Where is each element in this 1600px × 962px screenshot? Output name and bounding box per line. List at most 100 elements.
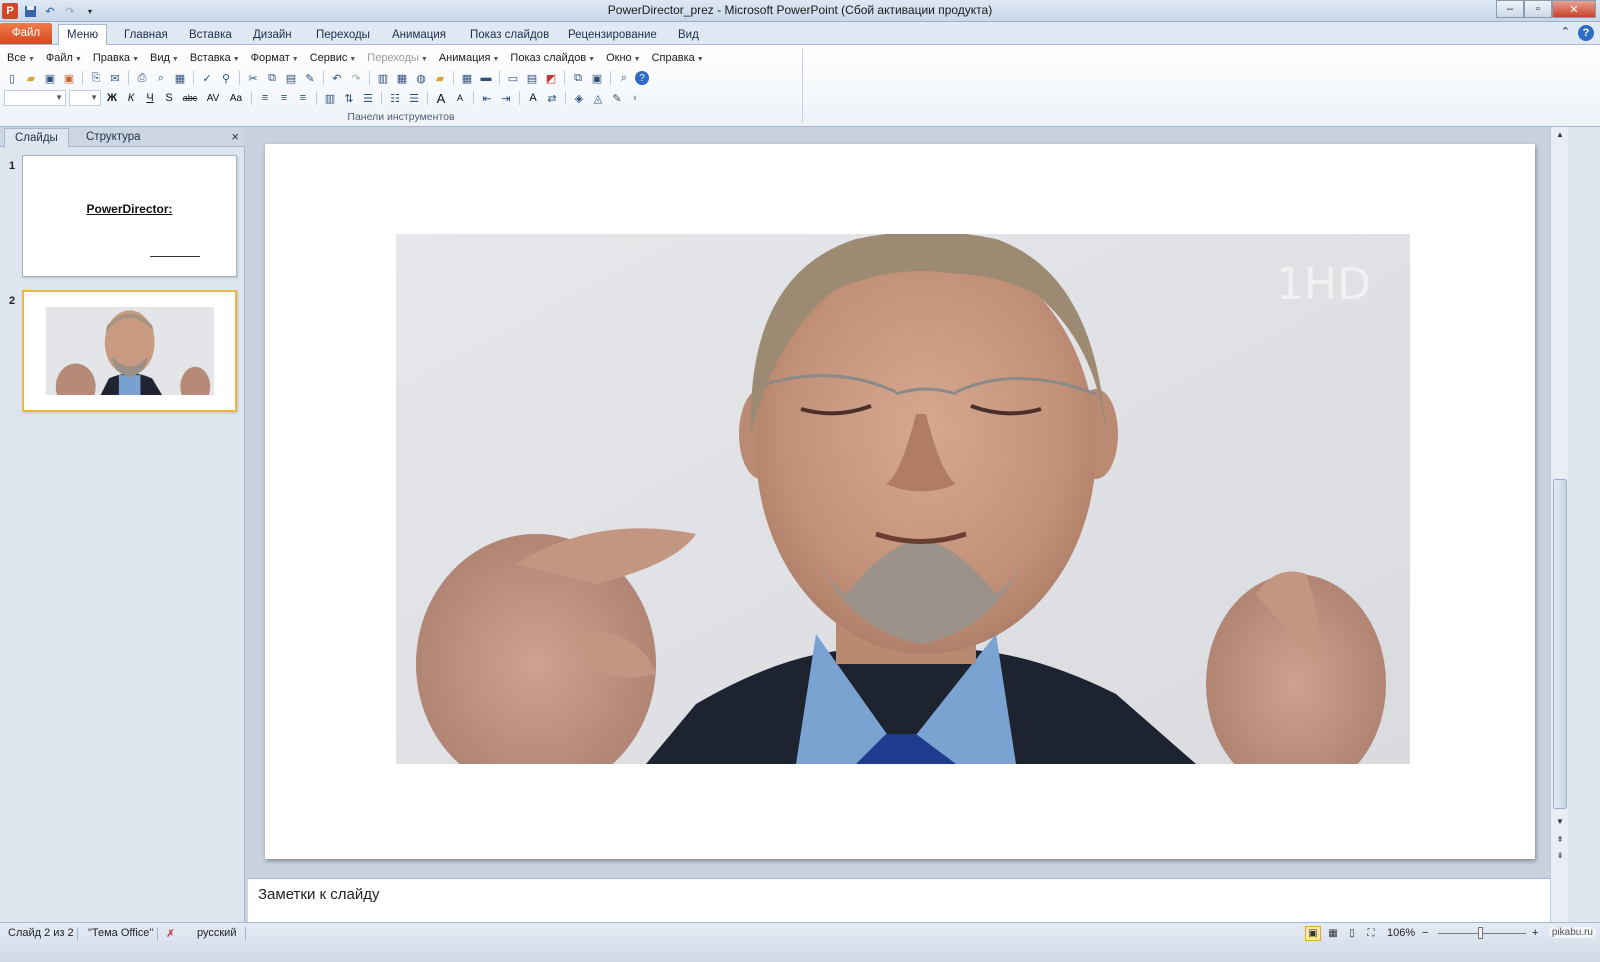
- print-icon[interactable]: ⎙: [134, 70, 150, 86]
- increase-indent-icon[interactable]: ⇥: [498, 90, 514, 106]
- menu-help[interactable]: Справка ▼: [649, 50, 712, 66]
- underline-button[interactable]: Ч: [142, 90, 158, 106]
- new-slide-icon[interactable]: ▭: [505, 70, 521, 86]
- text-direction-icon[interactable]: ⇅: [341, 90, 357, 106]
- line-spacing-icon[interactable]: ☰: [360, 90, 376, 106]
- notes-pane[interactable]: Заметки к слайду: [248, 878, 1550, 922]
- zoom-slider-knob[interactable]: [1478, 927, 1483, 939]
- minimize-button[interactable]: –: [1496, 0, 1524, 18]
- next-slide-icon[interactable]: ⇟: [1553, 851, 1567, 865]
- notes-placeholder[interactable]: Заметки к слайду: [258, 886, 380, 903]
- layout-icon[interactable]: ▦: [172, 70, 188, 86]
- spellcheck-icon[interactable]: ✗: [166, 927, 175, 940]
- tab-view[interactable]: Вид: [670, 25, 707, 45]
- tab-design[interactable]: Дизайн: [245, 25, 300, 45]
- close-button[interactable]: ✕: [1552, 0, 1596, 18]
- slide-thumbnail-2[interactable]: [22, 290, 237, 412]
- save-icon[interactable]: ▣: [42, 70, 58, 86]
- layout-grid-icon[interactable]: ▤: [524, 70, 540, 86]
- scrollbar-thumb[interactable]: [1553, 479, 1567, 809]
- close-file-icon[interactable]: ▣: [61, 70, 77, 86]
- menu-view[interactable]: Вид ▼: [147, 50, 187, 66]
- menu-edit[interactable]: Правка ▼: [90, 50, 147, 66]
- group-icon[interactable]: ▣: [589, 70, 605, 86]
- bold-button[interactable]: Ж: [104, 90, 120, 106]
- tab-home[interactable]: Главная: [116, 25, 176, 45]
- numbering-icon[interactable]: ☷: [387, 90, 403, 106]
- tab-review[interactable]: Рецензирование: [560, 25, 665, 45]
- reading-view-icon[interactable]: ▯: [1344, 926, 1360, 941]
- font-size-combo[interactable]: ▼: [69, 90, 101, 106]
- menu-slideshow[interactable]: Показ слайдов ▼: [507, 50, 603, 66]
- close-pane-icon[interactable]: ×: [231, 129, 239, 144]
- format-painter-icon[interactable]: ✎: [302, 70, 318, 86]
- zoom-icon[interactable]: ⌕: [616, 70, 632, 86]
- menu-insert[interactable]: Вставка ▼: [187, 50, 248, 66]
- previous-slide-icon[interactable]: ⇞: [1553, 835, 1567, 849]
- align-center-icon[interactable]: ≡: [276, 90, 292, 106]
- font-name-combo[interactable]: ▼: [4, 90, 66, 106]
- language-indicator[interactable]: русский: [197, 927, 236, 939]
- paste-icon[interactable]: ▤: [283, 70, 299, 86]
- italic-button[interactable]: К: [123, 90, 139, 106]
- chart-icon[interactable]: ▥: [375, 70, 391, 86]
- tab-slides[interactable]: Слайды: [4, 128, 69, 147]
- scroll-down-arrow-icon[interactable]: ▼: [1553, 817, 1567, 831]
- tab-insert[interactable]: Вставка: [181, 25, 240, 45]
- align-right-icon[interactable]: ≡: [295, 90, 311, 106]
- line-color-icon[interactable]: ✎: [609, 90, 625, 106]
- new-file-icon[interactable]: ▯: [4, 70, 20, 86]
- theme-name[interactable]: "Тема Office": [88, 927, 153, 939]
- print-preview-icon[interactable]: ⌕: [153, 70, 169, 86]
- current-slide[interactable]: 1HD: [265, 144, 1535, 859]
- replace-fonts-icon[interactable]: ⇄: [544, 90, 560, 106]
- tab-outline[interactable]: Структура: [76, 128, 151, 147]
- character-spacing-button[interactable]: AV: [203, 90, 223, 106]
- tab-file[interactable]: Файл: [0, 23, 52, 44]
- shrink-font-button[interactable]: A: [452, 90, 468, 106]
- shadow-style-icon[interactable]: ◐: [628, 90, 644, 106]
- columns-icon[interactable]: ▥: [322, 90, 338, 106]
- help-icon[interactable]: ?: [635, 71, 649, 85]
- arrange-icon[interactable]: ⧉: [570, 70, 586, 86]
- shape-fill-icon[interactable]: ◈: [571, 90, 587, 106]
- paint-bucket-icon[interactable]: ◬: [590, 90, 606, 106]
- menu-file[interactable]: Файл ▼: [43, 50, 90, 66]
- picture-icon[interactable]: ▰: [432, 70, 448, 86]
- tab-transitions[interactable]: Переходы: [308, 25, 378, 45]
- email-icon[interactable]: ✉: [107, 70, 123, 86]
- menu-window[interactable]: Окно ▼: [603, 50, 649, 66]
- bullets-icon[interactable]: ☰: [406, 90, 422, 106]
- menu-tools[interactable]: Сервис ▼: [307, 50, 365, 66]
- decrease-indent-icon[interactable]: ⇤: [479, 90, 495, 106]
- permission-icon[interactable]: ⎘: [88, 70, 104, 86]
- zoom-out-button[interactable]: −: [1422, 927, 1428, 939]
- spelling-icon[interactable]: ✓: [199, 70, 215, 86]
- research-icon[interactable]: ⚲: [218, 70, 234, 86]
- table-icon[interactable]: ▦: [394, 70, 410, 86]
- vertical-scrollbar[interactable]: ▲ ▼ ⇞ ⇟: [1550, 127, 1568, 922]
- menu-animation[interactable]: Анимация ▼: [436, 50, 508, 66]
- grow-font-button[interactable]: A: [433, 90, 449, 106]
- change-case-button[interactable]: Aa: [226, 90, 246, 106]
- font-color-icon[interactable]: A: [525, 90, 541, 106]
- undo-icon[interactable]: ↶: [329, 70, 345, 86]
- shapes-icon[interactable]: ◍: [413, 70, 429, 86]
- strikethrough-button[interactable]: abc: [180, 90, 200, 106]
- maximize-button[interactable]: ▫: [1524, 0, 1552, 18]
- scroll-up-arrow-icon[interactable]: ▲: [1553, 130, 1567, 144]
- slide-photo-man-with-glasses[interactable]: 1HD: [396, 234, 1410, 764]
- tab-menu[interactable]: Меню: [58, 24, 108, 45]
- help-icon[interactable]: ?: [1578, 25, 1594, 41]
- minimize-ribbon-icon[interactable]: ⌃: [1561, 25, 1570, 41]
- menu-format[interactable]: Формат ▼: [248, 50, 307, 66]
- redo-icon[interactable]: ↷: [348, 70, 364, 86]
- tab-slideshow[interactable]: Показ слайдов: [462, 25, 557, 45]
- slideshow-view-icon[interactable]: ⛶: [1363, 926, 1379, 941]
- menu-all[interactable]: Все ▼: [4, 50, 43, 66]
- insert-table-icon[interactable]: ▦: [459, 70, 475, 86]
- slide-thumbnail-1[interactable]: PowerDirector:: [22, 155, 237, 277]
- zoom-in-button[interactable]: +: [1532, 927, 1538, 939]
- zoom-level[interactable]: 106%: [1387, 927, 1415, 939]
- normal-view-icon[interactable]: ▣: [1305, 926, 1321, 941]
